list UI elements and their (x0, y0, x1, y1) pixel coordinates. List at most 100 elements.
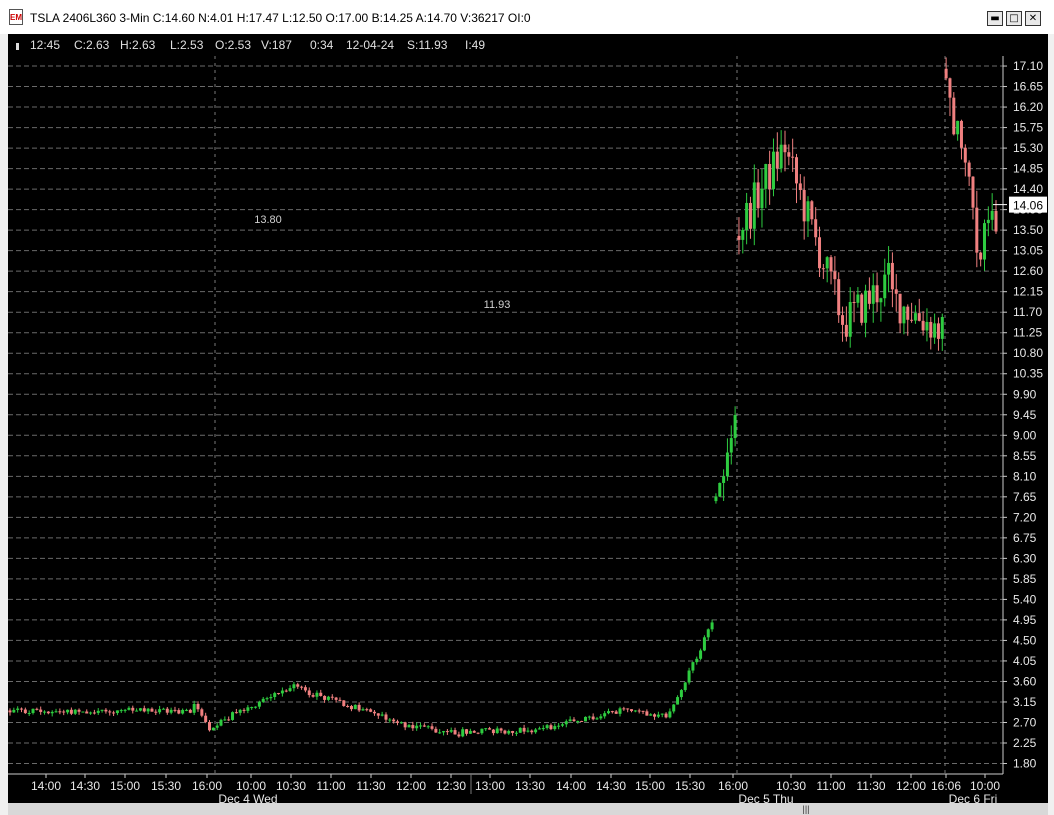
candle-body (303, 687, 307, 691)
candle-body (695, 658, 699, 663)
x-tick-label: 11:30 (856, 779, 885, 793)
y-tick-label: 9.00 (1013, 428, 1037, 442)
candle-body (395, 721, 399, 723)
candle-body (323, 695, 327, 700)
candle-body (844, 324, 848, 337)
candle-body (146, 708, 150, 712)
candle-body (879, 298, 883, 303)
candle-body (887, 262, 891, 275)
candle-body (204, 715, 208, 723)
candle-body (442, 731, 446, 733)
candle-body (112, 712, 116, 714)
price-chart[interactable]: 17.1016.6516.2015.7515.3014.8514.4013.95… (8, 56, 1048, 806)
candle-body (50, 711, 54, 714)
candle-body (649, 714, 653, 716)
maximize-button[interactable]: □ (1006, 11, 1022, 26)
candle-body (165, 708, 169, 713)
candle-body (710, 622, 714, 630)
candle-body (568, 719, 572, 722)
scroll-thumb-grip-icon[interactable]: ||| (788, 803, 824, 815)
candle-body (541, 728, 545, 730)
candle-body (242, 709, 246, 711)
candle-body (534, 729, 538, 733)
candle-body (123, 709, 127, 711)
candle-body (115, 710, 119, 714)
candle-body (39, 709, 43, 712)
candle-body (62, 711, 66, 713)
candle-body (200, 709, 204, 716)
candle-body (104, 709, 108, 712)
candle-body (748, 202, 752, 229)
candle-body (96, 710, 100, 713)
candle-body (948, 78, 952, 98)
x-tick-label: 16:00 (718, 779, 748, 793)
candle-body (806, 201, 810, 222)
candle-body (369, 709, 373, 712)
candle-body (956, 120, 960, 135)
y-tick-label: 9.90 (1013, 387, 1037, 401)
candle-body (756, 182, 760, 209)
candle-body (307, 690, 311, 696)
horizontal-scrollbar[interactable]: ||| (8, 803, 1048, 815)
candle-body (388, 719, 392, 721)
candle-body (434, 728, 438, 733)
x-tick-label: 15:30 (675, 779, 705, 793)
candle-body (522, 727, 526, 732)
price-annotation: 11.93 (484, 299, 511, 311)
candle-body (234, 712, 238, 714)
candle-body (92, 712, 96, 714)
candle-body (971, 176, 975, 208)
candle-body (706, 629, 710, 638)
candle-body (595, 718, 599, 720)
candle-body (392, 719, 396, 722)
candle-body (73, 709, 77, 714)
candle-body (867, 290, 871, 304)
candle-body (89, 712, 93, 714)
chart-panel[interactable]: 17.1016.6516.2015.7515.3014.8514.4013.95… (8, 56, 1048, 806)
candle-body (8, 710, 12, 713)
candle-body (837, 279, 841, 316)
candle-body (12, 709, 16, 713)
candle-body (994, 210, 998, 232)
candle-body (231, 712, 235, 720)
candle-body (883, 274, 887, 299)
candle-body (491, 729, 495, 734)
candle-body (476, 732, 480, 734)
candle-body (430, 726, 434, 729)
candle-body (311, 695, 315, 697)
candle-body (898, 293, 902, 324)
candle-body (46, 711, 50, 714)
minimize-button[interactable]: ▬ (987, 11, 1003, 26)
candle-body (43, 711, 47, 713)
candle-body (181, 709, 185, 714)
candle-body (933, 323, 937, 338)
candle-body (745, 202, 749, 230)
chart-app-icon: EM (9, 9, 23, 25)
candle-body (630, 709, 634, 712)
close-button[interactable]: ✕ (1025, 11, 1041, 26)
candle-body (27, 713, 31, 715)
candle-body (77, 709, 81, 712)
candle-body (361, 709, 365, 711)
info-date: 12-04-24 (346, 38, 395, 52)
candle-body (484, 728, 488, 730)
candle-body (296, 684, 300, 687)
candle-body (403, 722, 407, 728)
candle-body (902, 306, 906, 324)
candle-body (764, 164, 768, 189)
candle-body (277, 693, 281, 695)
candle-body (211, 727, 215, 731)
y-tick-label: 15.30 (1013, 141, 1043, 155)
y-tick-label: 2.70 (1013, 715, 1037, 729)
candle-body (184, 709, 188, 711)
candle-body (668, 711, 672, 718)
y-tick-label: 5.85 (1013, 572, 1037, 586)
x-tick-label: 14:30 (596, 779, 626, 793)
candle-body (453, 730, 457, 735)
candle-body (672, 704, 676, 712)
candle-body (714, 496, 718, 502)
candle-body (85, 711, 89, 714)
candle-body (342, 700, 346, 707)
candle-body (284, 690, 288, 692)
candle-body (557, 725, 561, 727)
